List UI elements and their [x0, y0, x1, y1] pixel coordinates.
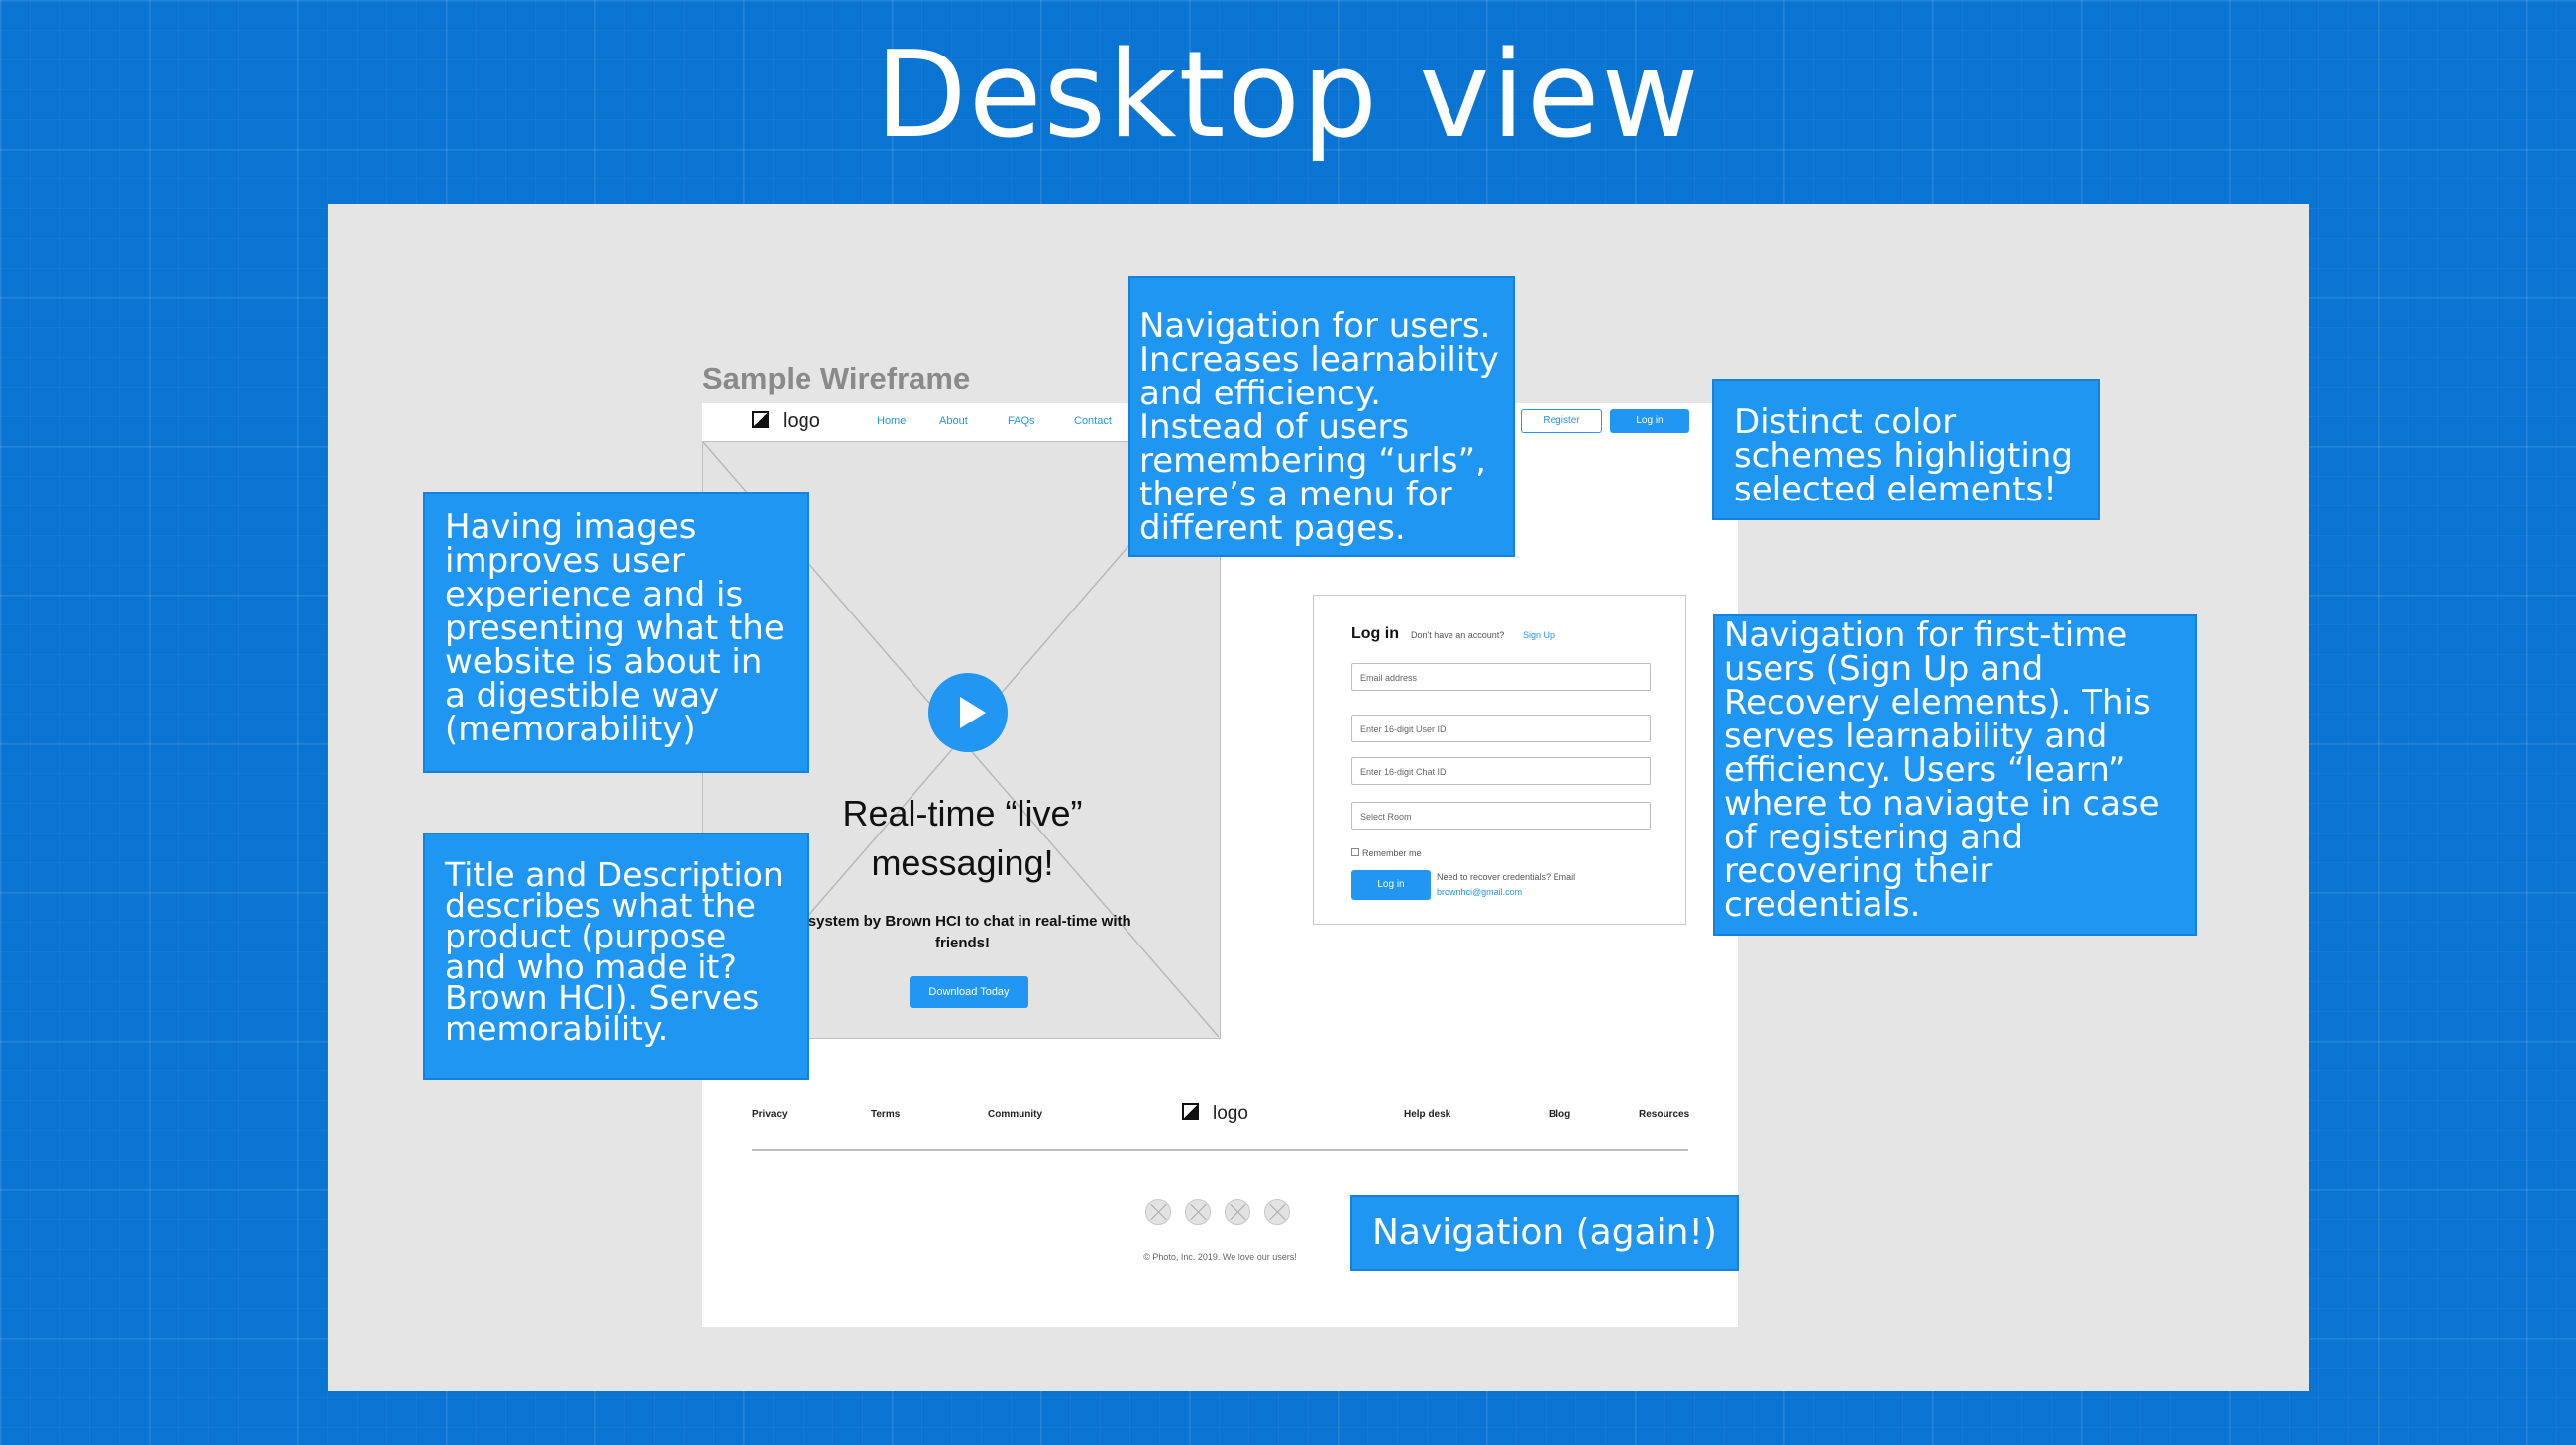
slide-title: Desktop view	[875, 27, 1701, 165]
signup-link[interactable]: Sign Up	[1523, 630, 1555, 640]
login-heading: Log in	[1351, 625, 1399, 642]
recover-credentials: Need to recover credentials? Email brownh…	[1437, 870, 1610, 900]
logo-icon	[752, 411, 769, 428]
annotation-color-schemes: Distinct color schemes highligting selec…	[1712, 379, 2100, 520]
social-icon[interactable]	[1185, 1199, 1211, 1225]
annotation-navigation: Navigation for users. Increases learnabi…	[1128, 276, 1515, 557]
nav-logo[interactable]: logo	[752, 410, 820, 433]
play-icon	[960, 697, 986, 728]
login-card: Log in Don't have an account? Sign Up Em…	[1313, 595, 1686, 925]
footer-link-blog[interactable]: Blog	[1549, 1109, 1570, 1120]
recover-text: Need to recover credentials? Email	[1437, 872, 1576, 882]
play-button[interactable]	[928, 673, 1008, 752]
nav-link-contact[interactable]: Contact	[1074, 415, 1112, 427]
nav-link-faqs[interactable]: FAQs	[1008, 415, 1035, 427]
email-field[interactable]: Email address	[1351, 663, 1651, 691]
chat-id-field[interactable]: Enter 16-digit Chat ID	[1351, 757, 1651, 785]
login-submit-button[interactable]: Log in	[1351, 870, 1431, 900]
nav-logo-text: logo	[783, 410, 820, 432]
recover-email-link[interactable]: brownhci@gmail.com	[1437, 887, 1522, 897]
footer-link-privacy[interactable]: Privacy	[752, 1109, 788, 1120]
social-icon[interactable]	[1145, 1199, 1171, 1225]
social-icon[interactable]	[1264, 1199, 1290, 1225]
user-id-field[interactable]: Enter 16-digit User ID	[1351, 715, 1651, 742]
signup-prompt: Don't have an account?	[1411, 630, 1505, 640]
room-select[interactable]: Select Room	[1351, 802, 1651, 830]
footer-divider	[752, 1149, 1688, 1151]
footer-logo-text: logo	[1213, 1103, 1248, 1124]
annotation-images: Having images improves user experience a…	[423, 492, 809, 773]
nav-link-about[interactable]: About	[939, 415, 968, 427]
checkbox-icon	[1351, 848, 1359, 856]
social-icon[interactable]	[1225, 1199, 1250, 1225]
footer-link-community[interactable]: Community	[988, 1109, 1042, 1120]
nav-link-home[interactable]: Home	[877, 415, 906, 427]
logo-icon	[1182, 1103, 1199, 1120]
footer-logo[interactable]: logo	[1182, 1103, 1248, 1125]
annotation-first-time-users: Navigation for first-time users (Sign Up…	[1713, 614, 2197, 936]
remember-me-checkbox[interactable]: Remember me	[1351, 848, 1422, 858]
footer-link-help-desk[interactable]: Help desk	[1404, 1109, 1450, 1120]
footer-link-terms[interactable]: Terms	[871, 1109, 900, 1120]
remember-me-label: Remember me	[1362, 848, 1422, 858]
hero-description: A system by Brown HCI to chat in real-ti…	[794, 913, 1131, 951]
register-button[interactable]: Register	[1521, 409, 1602, 433]
wireframe-label: Sample Wireframe	[702, 361, 971, 395]
nav-login-button[interactable]: Log in	[1610, 409, 1689, 433]
annotation-navigation-again: Navigation (again!)	[1350, 1195, 1739, 1271]
footer-link-resources[interactable]: Resources	[1639, 1109, 1689, 1120]
download-button[interactable]: Download Today	[910, 976, 1028, 1008]
annotation-title-description: Title and Description describes what the…	[423, 833, 809, 1080]
